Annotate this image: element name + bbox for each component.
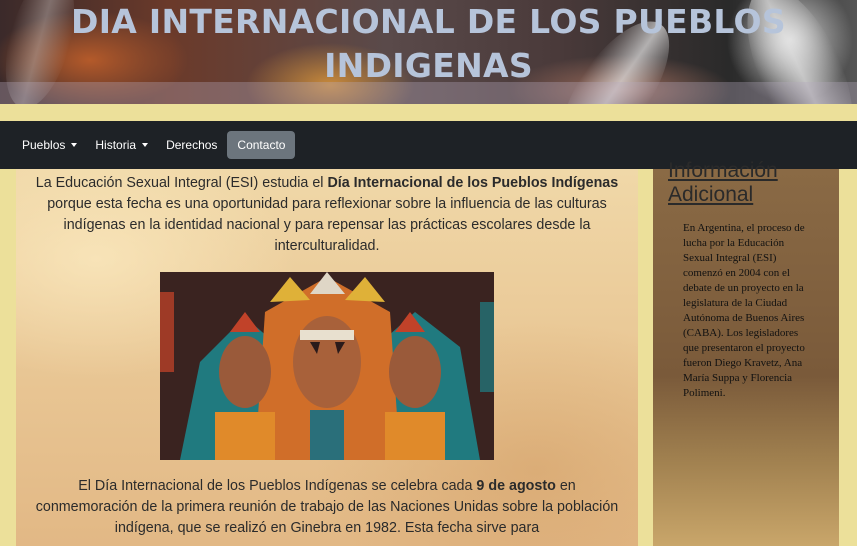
intro-text-1: La Educación Sexual Integral (ESI) estud… <box>35 175 328 191</box>
nav-item-derechos-label: Derechos <box>166 138 218 152</box>
nav-item-historia-label: Historia <box>95 138 137 152</box>
caret-down-icon <box>71 143 78 147</box>
intro-highlight: Día Internacional de los Pueblos Indígen… <box>327 175 619 191</box>
main-content: La Educación Sexual Integral (ESI) estud… <box>16 169 638 546</box>
nav-item-pueblos[interactable]: Pueblos <box>14 131 85 159</box>
page-title: DIA INTERNACIONAL DE LOS PUEBLOS INDIGEN… <box>0 0 857 88</box>
nav-item-pueblos-label: Pueblos <box>22 138 66 152</box>
page-title-line-2: INDIGENAS <box>324 46 533 85</box>
sidebar-additional-info: Información Adicional En Argentina, el p… <box>653 159 839 546</box>
page-title-line-1: DIA INTERNACIONAL DE LOS PUEBLOS <box>71 2 786 41</box>
intro-text-2: porque esta fecha es una oportunidad par… <box>47 196 607 254</box>
nav-item-contacto-label: Contacto <box>237 138 286 152</box>
separator-band <box>0 104 857 121</box>
nav-item-contacto[interactable]: Contacto <box>227 131 296 159</box>
nav-item-derechos[interactable]: Derechos <box>158 131 225 159</box>
second-text-1: El Día Internacional de los Pueblos Indí… <box>78 478 477 494</box>
nav-item-historia[interactable]: Historia <box>87 131 156 159</box>
header-banner: DIA INTERNACIONAL DE LOS PUEBLOS INDIGEN… <box>0 0 857 104</box>
second-paragraph: El Día Internacional de los Pueblos Indí… <box>34 476 620 539</box>
intro-paragraph: La Educación Sexual Integral (ESI) estud… <box>34 173 620 257</box>
page-margin <box>839 169 857 546</box>
sidebar-heading[interactable]: Información Adicional <box>668 159 838 207</box>
indigenous-people-image <box>160 272 494 460</box>
indigenous-people-illustration-icon <box>160 272 494 460</box>
date-highlight: 9 de agosto <box>476 478 556 494</box>
caret-down-icon <box>142 143 149 147</box>
sidebar-text: En Argentina, el proceso de lucha por la… <box>683 222 805 399</box>
